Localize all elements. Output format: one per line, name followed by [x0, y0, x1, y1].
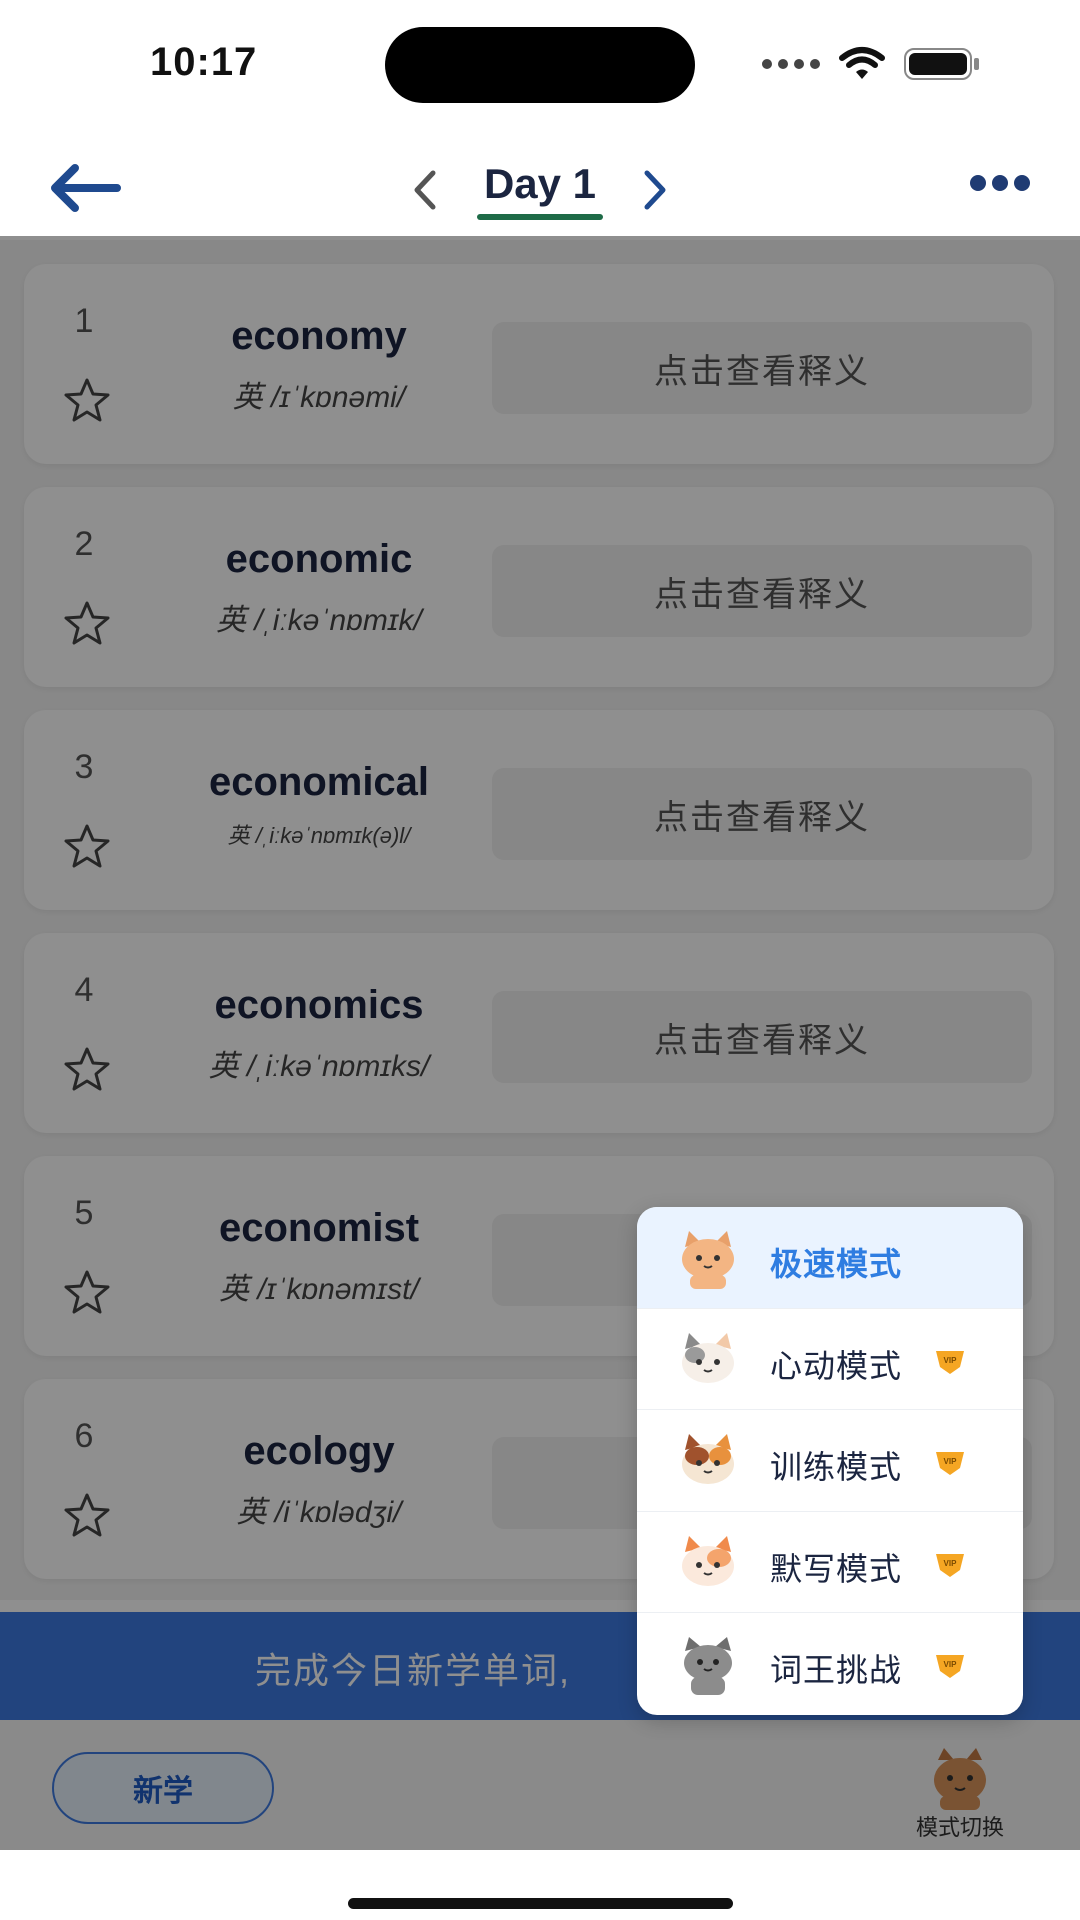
mode-menu-item-word-king[interactable]: 词王挑战 VIP	[637, 1613, 1023, 1715]
signal-icon	[762, 59, 820, 69]
day-title-underline	[477, 214, 603, 220]
vip-badge-icon: VIP	[936, 1655, 964, 1679]
cat-grey-icon	[684, 1637, 732, 1696]
svg-text:VIP: VIP	[944, 1356, 958, 1365]
dynamic-island	[385, 27, 695, 103]
cat-calico-icon	[682, 1332, 734, 1383]
mode-menu-item-dictation[interactable]: 默写模式 VIP	[637, 1512, 1023, 1614]
back-arrow-icon[interactable]	[45, 160, 125, 216]
home-indicator[interactable]	[348, 1898, 733, 1909]
day-title[interactable]: Day 1	[470, 160, 610, 208]
next-day-icon[interactable]	[635, 165, 675, 215]
more-options-icon[interactable]	[970, 175, 1030, 191]
previous-day-icon[interactable]	[405, 165, 445, 215]
svg-text:VIP: VIP	[944, 1660, 958, 1669]
vip-badge-icon: VIP	[936, 1452, 964, 1476]
wifi-icon	[839, 47, 885, 79]
svg-text:VIP: VIP	[944, 1559, 958, 1568]
cat-ginger-icon	[682, 1535, 734, 1586]
mode-menu-item-speed[interactable]: 极速模式	[637, 1207, 1023, 1309]
home-bar	[0, 1850, 1080, 1920]
status-bar: 10:17	[0, 0, 1080, 130]
mode-menu-item-training[interactable]: 训练模式 VIP	[637, 1410, 1023, 1512]
mode-label: 极速模式	[770, 1246, 903, 1282]
status-time: 10:17	[150, 40, 258, 84]
vip-badge-icon: VIP	[936, 1553, 964, 1577]
cat-orange-icon	[682, 1231, 734, 1289]
mode-label: 心动模式	[770, 1347, 903, 1384]
vip-badge-icon: VIP	[936, 1350, 964, 1374]
mode-menu-item-heartbeat[interactable]: 心动模式 VIP	[637, 1309, 1023, 1411]
svg-text:VIP: VIP	[944, 1457, 958, 1466]
status-icons	[762, 46, 980, 82]
mode-label: 词王挑战	[770, 1652, 903, 1689]
cat-tabby-icon	[682, 1434, 734, 1485]
battery-icon	[904, 48, 979, 80]
mode-label: 默写模式	[770, 1550, 903, 1587]
mode-menu: 极速模式 心动模式 VIP 训练模式 VIP 默写模式 VIP 词王挑战 VIP	[637, 1207, 1023, 1715]
mode-label: 训练模式	[770, 1449, 903, 1486]
nav-bar: Day 1	[0, 130, 1080, 240]
